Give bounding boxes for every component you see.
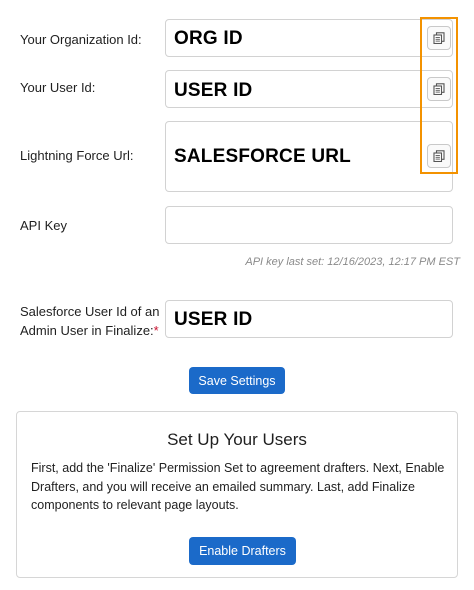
save-settings-button[interactable]: Save Settings <box>189 367 285 394</box>
org-id-value: ORG ID <box>174 28 243 49</box>
user-id-field[interactable]: USER ID <box>165 70 453 108</box>
admin-label-line1: Salesforce User Id of an <box>20 304 160 319</box>
api-key-field[interactable] <box>165 206 453 244</box>
copy-icon <box>433 150 445 162</box>
setup-users-card: Set Up Your Users First, add the 'Finali… <box>16 411 458 578</box>
api-key-last-set: API key last set: 12/16/2023, 12:17 PM E… <box>245 256 460 268</box>
admin-label-line2: Admin User in Finalize: <box>20 323 154 338</box>
copy-org-id-button[interactable] <box>427 26 451 50</box>
user-id-label: Your User Id: <box>20 80 96 95</box>
admin-user-id-value: USER ID <box>174 309 253 330</box>
copy-icon <box>433 83 445 95</box>
lightning-url-value: SALESFORCE URL <box>174 146 351 167</box>
org-id-field[interactable]: ORG ID <box>165 19 453 57</box>
setup-users-description: First, add the 'Finalize' Permission Set… <box>31 461 445 512</box>
user-id-value: USER ID <box>174 80 253 101</box>
api-key-label: API Key <box>20 218 67 233</box>
copy-user-id-button[interactable] <box>427 77 451 101</box>
enable-drafters-button[interactable]: Enable Drafters <box>189 537 296 565</box>
setup-users-title: Set Up Your Users <box>167 430 307 449</box>
copy-lightning-url-button[interactable] <box>427 144 451 168</box>
lightning-url-label: Lightning Force Url: <box>20 148 134 163</box>
lightning-url-field[interactable]: SALESFORCE URL <box>165 121 453 192</box>
required-indicator: * <box>153 323 159 338</box>
admin-user-id-field[interactable]: USER ID <box>165 300 453 338</box>
admin-user-id-label: Salesforce User Id of an Admin User in F… <box>20 302 159 340</box>
org-id-label: Your Organization Id: <box>20 32 142 47</box>
copy-icon <box>433 32 445 44</box>
